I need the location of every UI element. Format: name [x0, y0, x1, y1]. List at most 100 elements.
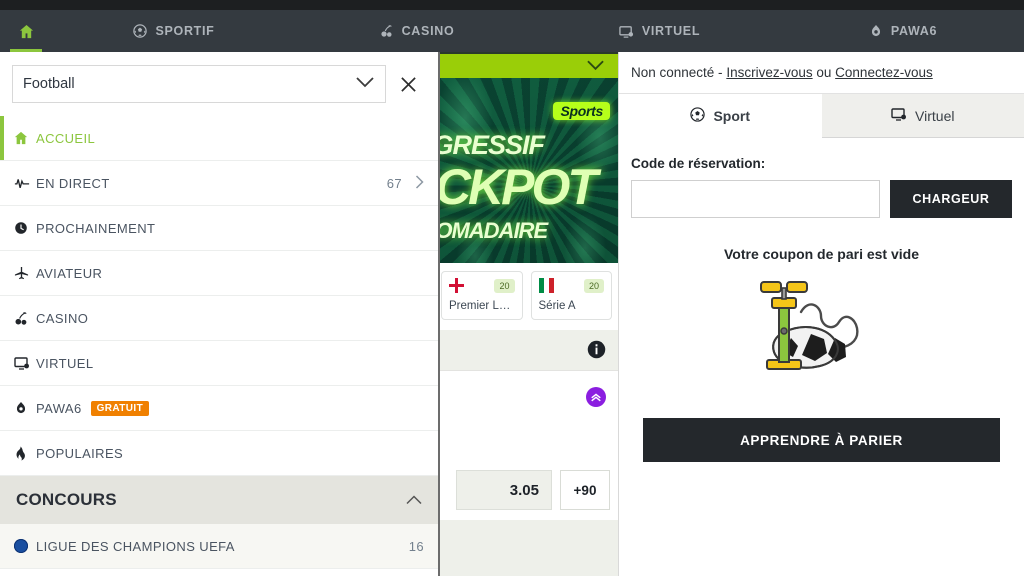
sport-select[interactable]: Football	[12, 65, 386, 103]
sidebar-competition-ligue-des-champions-uefa[interactable]: LIGUE DES CHAMPIONS UEFA 16	[0, 524, 438, 569]
home-icon	[18, 23, 34, 39]
tab-label: Virtuel	[915, 107, 955, 124]
league-count-badge: 20	[494, 278, 515, 293]
droplet-six-icon	[14, 401, 36, 415]
promo-sports-badge: Sports	[553, 102, 610, 120]
auth-status-text: Non connecté -	[631, 65, 723, 80]
nav-item-home[interactable]	[0, 10, 52, 52]
sidebar-item-label: VIRTUEL	[36, 355, 94, 371]
learn-to-bet-button[interactable]: APPRENDRE À PARIER	[643, 418, 1000, 462]
competition-count: 16	[408, 538, 424, 554]
cherries-icon	[14, 311, 36, 326]
sidebar-item-casino[interactable]: CASINO	[0, 296, 438, 341]
match-info-strip	[435, 330, 618, 370]
reservation-code-input[interactable]	[631, 180, 880, 218]
sidebar-item-aviateur[interactable]: AVIATEUR	[0, 251, 438, 296]
monitor-icon	[619, 23, 635, 39]
nav-item-sportif[interactable]: SPORTIF	[52, 10, 295, 52]
plane-icon	[14, 266, 36, 281]
info-icon[interactable]	[587, 340, 606, 364]
league-name: Premier Leag...	[449, 300, 515, 312]
reservation-code-label: Code de réservation:	[631, 156, 766, 171]
close-icon[interactable]	[390, 65, 426, 103]
double-chevron-up-icon[interactable]	[586, 387, 606, 407]
nav-item-label: CASINO	[401, 24, 455, 38]
promo-banner[interactable]: Sports PROGRESSIF JACKPOT HEBDOMADAIRE	[435, 78, 618, 263]
pulse-icon	[14, 176, 36, 190]
sidebar-item-prochainement[interactable]: PROCHAINEMENT	[0, 206, 438, 251]
window-top-strip	[0, 0, 1024, 10]
sidebar-item-label: CASINO	[36, 310, 89, 326]
league-card[interactable]: 20 Série A	[530, 271, 612, 320]
chevron-down-icon	[355, 75, 375, 93]
flame-icon	[14, 446, 36, 461]
auth-separator: ou	[816, 65, 832, 80]
sidebar-item-virtuel[interactable]: VIRTUEL	[0, 341, 438, 386]
chevron-down-icon	[587, 58, 604, 76]
top-navigation: SPORTIF CASINO VIRTUEL PAWA6	[0, 10, 1024, 52]
nav-item-label: SPORTIF	[155, 24, 215, 38]
sidebar-section-concours[interactable]: CONCOURS	[0, 476, 438, 524]
sidebar-sport-selector-row: Football	[0, 52, 438, 116]
nav-item-casino[interactable]: CASINO	[295, 10, 538, 52]
sport-select-value: Football	[23, 76, 75, 92]
app-root: SPORTIF CASINO VIRTUEL PAWA6 Sports GRES…	[0, 0, 1024, 576]
login-link[interactable]: Connectez-vous	[835, 65, 933, 80]
soccer-ball-icon	[132, 23, 148, 39]
tab-sport[interactable]: Sport	[619, 94, 822, 138]
sidebar-item-label: AVIATEUR	[36, 265, 103, 281]
droplet-six-icon	[868, 23, 884, 39]
main-content: Sports PROGRESSIF JACKPOT HEBDOMADAIRE 2…	[435, 52, 618, 576]
league-name: Série A	[538, 300, 576, 312]
sidebar-item-label: ACCUEIL	[36, 130, 96, 146]
sidebar-item-label: POPULAIRES	[36, 445, 124, 461]
promo-line-2: JACKPOT	[435, 159, 598, 215]
load-coupon-button[interactable]: CHARGEUR	[890, 180, 1012, 218]
cherries-icon	[379, 23, 395, 39]
sidebar-item-label: EN DIRECT	[36, 175, 110, 191]
league-card[interactable]: 20 Premier Leag...	[441, 271, 523, 320]
auth-status-bar: Non connecté - Inscrivez-vous ou Connect…	[619, 52, 1024, 94]
betslip-body: Code de réservation: CHARGEUR Votre coup…	[619, 138, 1024, 462]
betslip-panel: Non connecté - Inscrivez-vous ou Connect…	[618, 52, 1024, 576]
register-link[interactable]: Inscrivez-vous	[726, 65, 812, 80]
nav-item-label: PAWA6	[890, 24, 938, 38]
promo-collapse-bar[interactable]	[435, 52, 618, 78]
sidebar-section-title: CONCOURS	[16, 490, 117, 509]
clock-icon	[14, 221, 36, 235]
soccer-ball-icon	[690, 106, 706, 125]
more-markets-button[interactable]: +90	[560, 470, 610, 510]
monitor-icon	[14, 355, 36, 371]
sidebar-item-label: PAWA6	[36, 400, 82, 416]
betslip-tabs: Sport Virtuel	[619, 94, 1024, 138]
odd-button[interactable]: 3.05	[456, 470, 552, 510]
nav-item-label: VIRTUEL	[641, 24, 701, 38]
league-shortcuts: 20 Premier Leag... 20 Série A	[435, 263, 618, 330]
chevron-up-icon	[406, 490, 422, 510]
nav-item-virtuel[interactable]: VIRTUEL	[538, 10, 781, 52]
competition-label: LIGUE DES CHAMPIONS UEFA	[36, 538, 235, 554]
home-icon	[14, 131, 36, 145]
promo-line-1: PROGRESSIF	[435, 130, 545, 160]
nav-item-pawa6[interactable]: PAWA6	[781, 10, 1024, 52]
sidebar-item-accueil[interactable]: ACCUEIL	[0, 116, 438, 161]
england-flag-icon	[449, 278, 464, 293]
tab-label: Sport	[713, 107, 751, 124]
deflated-ball-pump-icon	[631, 276, 1012, 376]
sidebar-item-count: 67	[386, 175, 402, 191]
league-count-badge: 20	[583, 278, 604, 293]
promo-line-3: HEBDOMADAIRE	[435, 218, 548, 243]
sidebar-item-en-direct[interactable]: EN DIRECT 67	[0, 161, 438, 206]
sidebar-item-badge: GRATUIT	[90, 400, 150, 416]
sidebar-item-pawa6[interactable]: PAWA6 GRATUIT	[0, 386, 438, 431]
monitor-icon	[891, 106, 907, 125]
sidebar-item-populaires[interactable]: POPULAIRES	[0, 431, 438, 476]
empty-betslip-message: Votre coupon de pari est vide	[723, 246, 919, 262]
sidebar-item-label: PROCHAINEMENT	[36, 220, 156, 236]
sidebar-menu: Football ACCUEIL EN DIRECT 67 PROCHAINEM…	[0, 52, 440, 576]
uefa-ball-icon	[14, 539, 36, 553]
tab-virtuel[interactable]: Virtuel	[821, 94, 1024, 138]
italy-flag-icon	[538, 278, 554, 293]
sidebar-item-list: ACCUEIL EN DIRECT 67 PROCHAINEMENT AVIAT…	[0, 116, 438, 576]
chevron-right-icon	[415, 174, 424, 192]
